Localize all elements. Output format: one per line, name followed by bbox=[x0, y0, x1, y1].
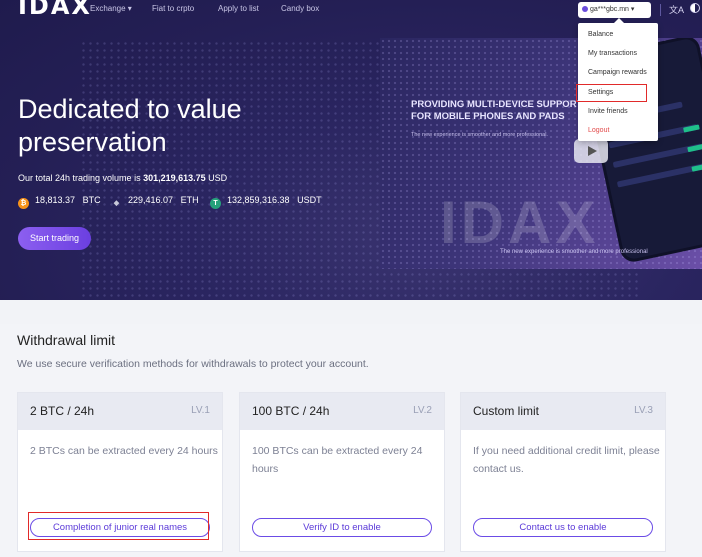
contact-us-button[interactable]: Contact us to enable bbox=[473, 518, 653, 537]
coin-btc: ₿ 18,813.37 BTC bbox=[18, 195, 101, 209]
promo-watermark: IDAX bbox=[440, 189, 600, 256]
idax-logo[interactable]: IDAX bbox=[18, 0, 92, 20]
menu-balance[interactable]: Balance bbox=[588, 31, 613, 38]
card-header: Custom limit LV.3 bbox=[461, 393, 665, 430]
user-email: ga***gbc.mn ▾ bbox=[590, 6, 635, 13]
nav-apply-to-list[interactable]: Apply to list bbox=[218, 4, 259, 13]
play-video-icon[interactable] bbox=[574, 139, 608, 163]
menu-invite-friends[interactable]: Invite friends bbox=[588, 108, 628, 115]
volume-unit: USD bbox=[208, 173, 228, 183]
settings-highlight-box bbox=[576, 84, 647, 102]
card-header: 2 BTC / 24h LV.1 bbox=[18, 393, 222, 430]
start-trading-button[interactable]: Start trading bbox=[18, 227, 91, 250]
hero-headline: Dedicated to value preservation bbox=[18, 94, 242, 157]
junior-button-highlight-box bbox=[28, 512, 209, 540]
limit-card-lv2: 100 BTC / 24h LV.2 100 BTCs can be extra… bbox=[239, 392, 445, 552]
user-icon bbox=[582, 6, 588, 12]
trading-volume: Our total 24h trading volume is 301,219,… bbox=[18, 173, 227, 183]
coin-eth: ◆ 229,416.07 ETH bbox=[111, 195, 199, 209]
limit-card-lv3: Custom limit LV.3 If you need additional… bbox=[460, 392, 666, 552]
withdrawal-description: We use secure verification methods for w… bbox=[17, 358, 369, 370]
nav-candy-box[interactable]: Candy box bbox=[281, 4, 319, 13]
card-title: 2 BTC / 24h bbox=[30, 404, 95, 418]
card-title: 100 BTC / 24h bbox=[252, 404, 330, 418]
top-navbar: IDAX Exchange ▾ Fiat to crpto Apply to l… bbox=[0, 0, 702, 20]
translate-icon[interactable]: 文A bbox=[669, 3, 684, 16]
coin-usdt: T 132,859,316.38 USDT bbox=[210, 195, 322, 209]
card-header: 100 BTC / 24h LV.2 bbox=[240, 393, 444, 430]
card-level: LV.2 bbox=[413, 405, 432, 416]
menu-my-transactions[interactable]: My transactions bbox=[588, 50, 637, 57]
nav-exchange[interactable]: Exchange ▾ bbox=[90, 4, 132, 13]
menu-logout[interactable]: Logout bbox=[588, 127, 609, 134]
user-account-button[interactable]: ga***gbc.mn ▾ bbox=[578, 2, 651, 18]
half-moon-icon[interactable] bbox=[690, 3, 700, 13]
card-description: 2 BTCs can be extracted every 24 hours bbox=[30, 445, 218, 457]
user-dropdown-menu: Balance My transactions Campaign rewards… bbox=[578, 18, 658, 141]
promo-subtitle: The new experience is smoother and more … bbox=[411, 132, 548, 138]
volume-value: 301,219,613.75 bbox=[143, 173, 206, 183]
nav-divider bbox=[660, 4, 661, 16]
bitcoin-icon: ₿ bbox=[18, 198, 29, 209]
nav-fiat-to-crypto[interactable]: Fiat to crpto bbox=[152, 4, 194, 13]
tether-icon: T bbox=[210, 198, 221, 209]
volume-prefix: Our total 24h trading volume is bbox=[18, 173, 141, 183]
menu-campaign-rewards[interactable]: Campaign rewards bbox=[588, 69, 647, 76]
card-level: LV.3 bbox=[634, 405, 653, 416]
card-level: LV.1 bbox=[191, 405, 210, 416]
ethereum-icon: ◆ bbox=[113, 200, 120, 207]
card-description: If you need additional credit limit, ple… bbox=[473, 445, 660, 475]
withdrawal-title: Withdrawal limit bbox=[17, 332, 116, 348]
verify-id-button[interactable]: Verify ID to enable bbox=[252, 518, 432, 537]
promo-subtitle-bottom: The new experience is smoother and more … bbox=[500, 249, 648, 255]
promo-title: PROVIDING MULTI-DEVICE SUPPORT FOR MOBIL… bbox=[411, 99, 583, 122]
card-title: Custom limit bbox=[473, 404, 540, 418]
card-description: 100 BTCs can be extracted every 24 hours bbox=[252, 445, 423, 475]
